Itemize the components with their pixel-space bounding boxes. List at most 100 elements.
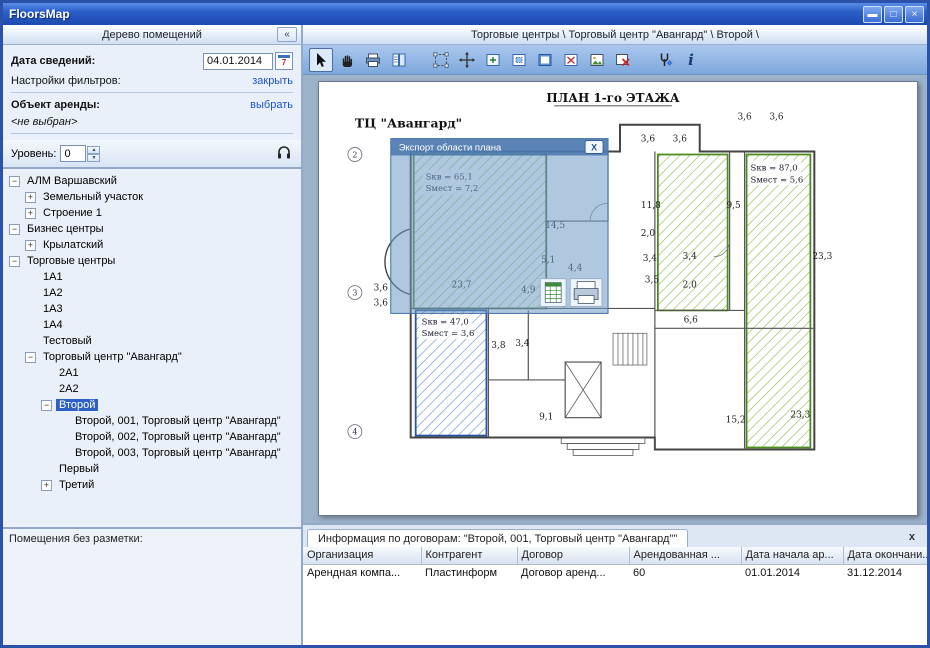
column-header[interactable]: Договор bbox=[517, 547, 629, 564]
tree-item[interactable]: Тестовый bbox=[5, 333, 299, 349]
tree-item[interactable]: 1А2 bbox=[5, 285, 299, 301]
tree-item[interactable]: 1А4 bbox=[5, 317, 299, 333]
image-export-button[interactable] bbox=[585, 48, 609, 72]
tree-item[interactable]: −Торговый центр "Авангард" bbox=[5, 349, 299, 365]
headset-button[interactable] bbox=[275, 143, 293, 164]
select-region-button[interactable] bbox=[429, 48, 453, 72]
plan-page[interactable]: ПЛАН 1-го ЭТАЖА ТЦ "Авангард" 2 3 4 bbox=[318, 81, 918, 516]
level-down-button[interactable]: ▼ bbox=[87, 154, 100, 162]
collapse-icon[interactable]: − bbox=[41, 400, 52, 411]
pan-tool-button[interactable] bbox=[335, 48, 359, 72]
table-row[interactable]: Арендная компа...ПластинформДоговор арен… bbox=[303, 564, 927, 581]
table-cell: 60 bbox=[629, 564, 741, 581]
column-header[interactable]: Дата окончани... bbox=[843, 547, 927, 564]
tree-item-label[interactable]: Второй bbox=[56, 399, 98, 411]
export-print-button[interactable] bbox=[570, 279, 602, 307]
tree-item-label[interactable]: Тестовый bbox=[40, 335, 95, 347]
contracts-close-button[interactable]: x bbox=[903, 531, 921, 543]
tree-item-label[interactable]: 2А2 bbox=[56, 383, 82, 395]
image-remove-button[interactable] bbox=[611, 48, 635, 72]
tree-item-label[interactable]: Крылатский bbox=[40, 239, 106, 251]
zoom-clear-button[interactable] bbox=[559, 48, 583, 72]
expand-icon[interactable]: + bbox=[25, 240, 36, 251]
tree-item[interactable]: Первый bbox=[5, 461, 299, 477]
tree-panel: Дерево помещений « Дата сведений: 04.01.… bbox=[3, 25, 303, 645]
tree-item-label[interactable]: АЛМ Варшавский bbox=[24, 175, 120, 187]
tree-item[interactable]: Второй, 002, Торговый центр "Авангард" bbox=[5, 429, 299, 445]
tree-item[interactable]: 2А1 bbox=[5, 365, 299, 381]
breadcrumb: Торговые центры \ Торговый центр "Аванга… bbox=[471, 29, 759, 41]
cursor-tool-button[interactable] bbox=[309, 48, 333, 72]
collapse-icon[interactable]: − bbox=[9, 176, 20, 187]
tree-item-label[interactable]: 1А4 bbox=[40, 319, 66, 331]
print-button[interactable] bbox=[361, 48, 385, 72]
column-header[interactable]: Дата начала ар... bbox=[741, 547, 843, 564]
tree-item-label[interactable]: Второй, 001, Торговый центр "Авангард" bbox=[72, 415, 284, 427]
info-button[interactable]: i bbox=[679, 48, 703, 72]
tree-item[interactable]: Второй, 003, Торговый центр "Авангард" bbox=[5, 445, 299, 461]
tree-item-label[interactable]: Земельный участок bbox=[40, 191, 146, 203]
collapse-panel-button[interactable]: « bbox=[277, 27, 297, 42]
tree-item[interactable]: −Бизнес центры bbox=[5, 221, 299, 237]
move-icon bbox=[458, 51, 476, 69]
date-picker-button[interactable]: 7 bbox=[275, 52, 293, 70]
tree-item-label[interactable]: Второй, 002, Торговый центр "Авангард" bbox=[72, 431, 284, 443]
expand-icon[interactable]: + bbox=[25, 192, 36, 203]
tree-item[interactable]: −Второй bbox=[5, 397, 299, 413]
move-button[interactable] bbox=[455, 48, 479, 72]
zoom-region-button[interactable] bbox=[533, 48, 557, 72]
tree-item[interactable]: 1А1 bbox=[5, 269, 299, 285]
svg-text:3,8: 3,8 bbox=[491, 341, 506, 351]
tree-item-label[interactable]: Первый bbox=[56, 463, 102, 475]
contracts-tab[interactable]: Информация по договорам: "Второй, 001, Т… bbox=[307, 529, 688, 547]
tree-item-label[interactable]: 1А3 bbox=[40, 303, 66, 315]
filters-close-link[interactable]: закрыть bbox=[252, 75, 293, 87]
tree-item[interactable]: −Торговые центры bbox=[5, 253, 299, 269]
zoom-box-button[interactable] bbox=[507, 48, 531, 72]
tree-item[interactable]: Второй, 001, Торговый центр "Авангард" bbox=[5, 413, 299, 429]
table-cell: 01.01.2014 bbox=[741, 564, 843, 581]
level-input[interactable]: 0 bbox=[60, 145, 86, 162]
room-blue[interactable]: Sкв = 47,0 Sмест = 3,6 bbox=[416, 310, 487, 435]
settings-button[interactable] bbox=[653, 48, 677, 72]
tree-item[interactable]: 1А3 bbox=[5, 301, 299, 317]
tree-item[interactable]: + Третий bbox=[5, 477, 299, 493]
tree-item-label[interactable]: 1А1 bbox=[40, 271, 66, 283]
tree-item-label[interactable]: Торговые центры bbox=[24, 255, 118, 267]
tree-item[interactable]: + Земельный участок bbox=[5, 189, 299, 205]
minimize-button[interactable]: ▬ bbox=[863, 6, 882, 23]
tree-item[interactable]: + Строение 1 bbox=[5, 205, 299, 221]
date-input[interactable]: 04.01.2014 bbox=[203, 53, 273, 70]
collapse-icon[interactable]: − bbox=[9, 224, 20, 235]
tree-item[interactable]: 2А2 bbox=[5, 381, 299, 397]
export-close-button[interactable]: X bbox=[585, 141, 603, 154]
tree-item-label[interactable]: Второй, 003, Торговый центр "Авангард" bbox=[72, 447, 284, 459]
room-green-right-b[interactable]: Sкв = 87,0 Sмест = 5,6 bbox=[747, 154, 811, 447]
tree-item-label[interactable]: Третий bbox=[56, 479, 97, 491]
zoom-in-button[interactable] bbox=[481, 48, 505, 72]
expand-icon[interactable]: + bbox=[41, 480, 52, 491]
column-header[interactable]: Организация bbox=[303, 547, 421, 564]
tree-item-label[interactable]: Строение 1 bbox=[40, 207, 105, 219]
maximize-button[interactable]: □ bbox=[884, 6, 903, 23]
column-header[interactable]: Контрагент bbox=[421, 547, 517, 564]
report-button[interactable] bbox=[387, 48, 411, 72]
tree-item[interactable]: + Крылатский bbox=[5, 237, 299, 253]
level-up-button[interactable]: ▲ bbox=[87, 146, 100, 154]
export-save-button[interactable] bbox=[540, 279, 566, 307]
floor-plan: ПЛАН 1-го ЭТАЖА ТЦ "Авангард" 2 3 4 bbox=[319, 82, 917, 515]
collapse-icon[interactable]: − bbox=[9, 256, 20, 267]
column-header[interactable]: Арендованная ... bbox=[629, 547, 741, 564]
tree-item-label[interactable]: Бизнес центры bbox=[24, 223, 107, 235]
tree-item-label[interactable]: Торговый центр "Авангард" bbox=[40, 351, 185, 363]
no-markup-header: Помещения без разметки: bbox=[9, 533, 143, 545]
collapse-icon[interactable]: − bbox=[25, 352, 36, 363]
rent-object-value: <не выбран> bbox=[11, 116, 77, 128]
expand-icon[interactable]: + bbox=[25, 208, 36, 219]
close-button[interactable]: × bbox=[905, 6, 924, 23]
tree-item[interactable]: −АЛМ Варшавский bbox=[5, 173, 299, 189]
tree-item-label[interactable]: 1А2 bbox=[40, 287, 66, 299]
tree-item-label[interactable]: 2А1 bbox=[56, 367, 82, 379]
svg-text:3: 3 bbox=[352, 289, 357, 298]
rent-select-link[interactable]: выбрать bbox=[250, 99, 293, 111]
